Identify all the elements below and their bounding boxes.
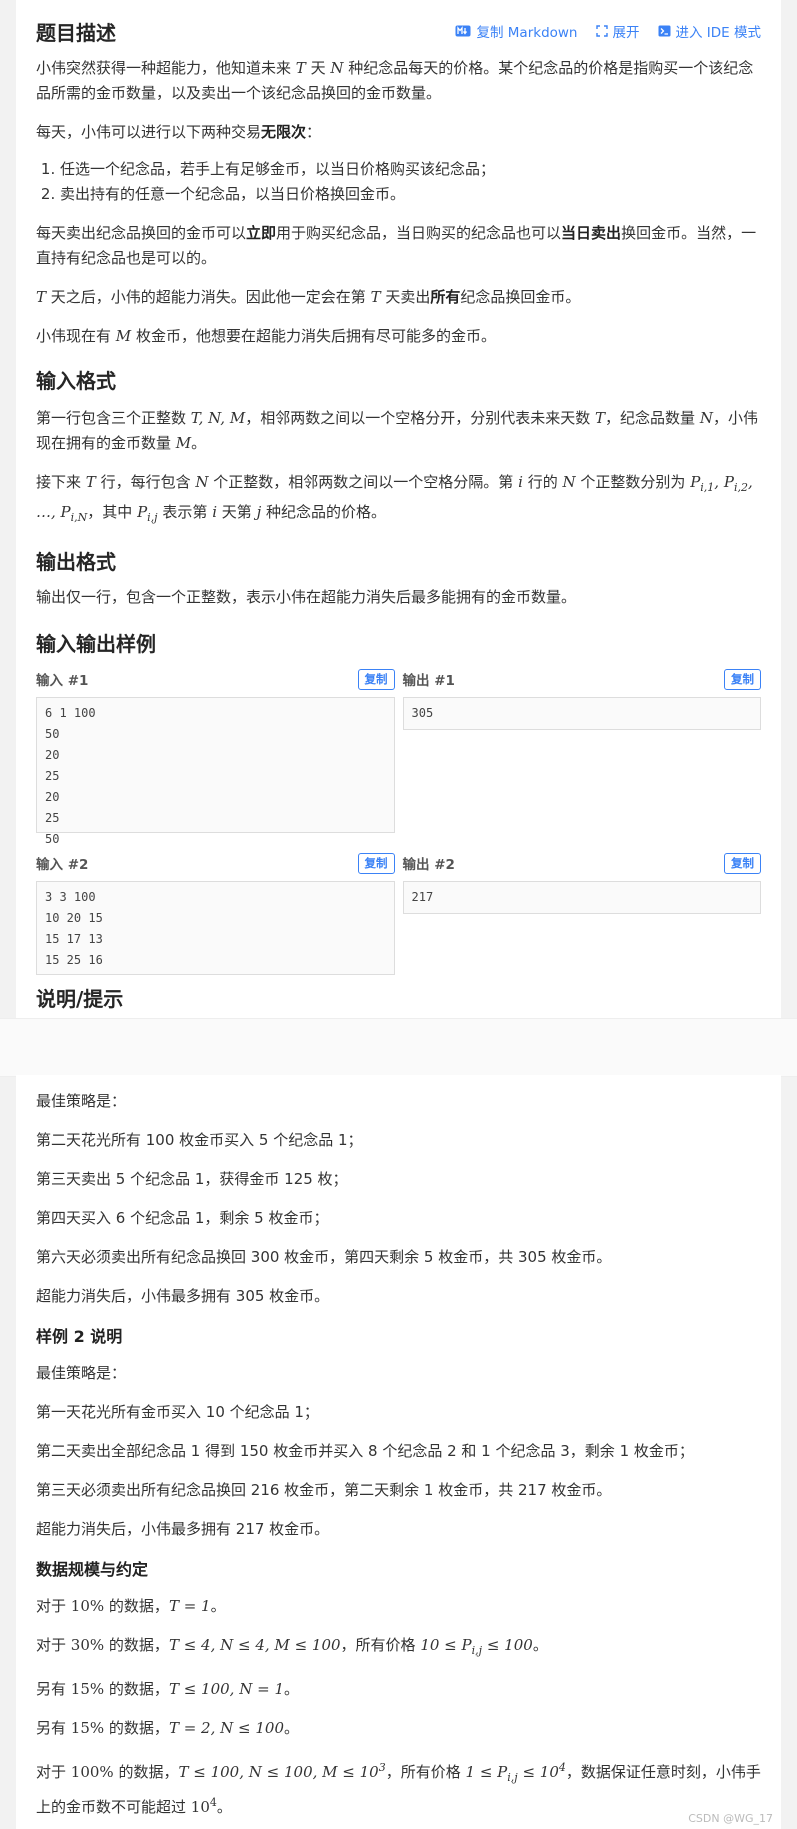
explain-line: 第一天花光所有金币买入 10 个纪念品 1； xyxy=(36,1403,319,1421)
copy-button[interactable]: 复制 xyxy=(724,852,761,874)
sample-input-content: 6 1 100 50 20 25 20 25 50 xyxy=(36,697,395,846)
screenshot-divider xyxy=(0,1018,797,1077)
scale-line: 对于 10% 的数据，T = 1。 xyxy=(36,1597,226,1615)
scale-line: 另有 15% 的数据，T ≤ 100, N = 1。 xyxy=(36,1680,300,1698)
terminal-icon xyxy=(658,25,671,37)
copy-markdown-button[interactable]: 复制 Markdown xyxy=(455,21,578,41)
problem-panel-top: 题目描述 复制 Markdown 展开 进入 IDE 模式 小伟突然获得一种超能… xyxy=(16,0,781,1018)
sample-output-content: 305 xyxy=(402,697,761,730)
list-item: 任选一个纪念品，若手上有足够金币，以当日价格购买该纪念品； xyxy=(60,157,761,182)
copy-button[interactable]: 复制 xyxy=(724,668,761,690)
copy-button[interactable]: 复制 xyxy=(357,668,395,690)
expand-button[interactable]: 展开 xyxy=(595,21,640,41)
watermark-text: CSDN @WG_17 xyxy=(688,1812,773,1825)
explain-line: 第四天买入 6 个纪念品 1，剩余 5 枚金币； xyxy=(36,1209,329,1227)
sample-output-label: 输出 #1 xyxy=(402,673,455,689)
explain-line: 第三天卖出 5 个纪念品 1，获得金币 125 枚； xyxy=(36,1170,348,1188)
explain-line: 超能力消失后，小伟最多拥有 305 枚金币。 xyxy=(36,1287,330,1305)
output-format-text: 输出仅一行，包含一个正整数，表示小伟在超能力消失后最多能拥有的金币数量。 xyxy=(36,588,577,606)
header-row: 题目描述 复制 Markdown 展开 进入 IDE 模式 xyxy=(36,0,761,45)
sample-output-content: 217 xyxy=(402,881,761,914)
input-format-paragraph-2: 接下来 T 行，每行包含 N 个正整数，相邻两数之间以一个空格分隔。第 i 行的… xyxy=(36,473,753,524)
explain-line: 第二天卖出全部纪念品 1 得到 150 枚金币并买入 8 个纪念品 2 和 1 … xyxy=(36,1442,694,1460)
explain-line: 第三天必须卖出所有纪念品换回 216 枚金币，第二天剩余 1 枚金币，共 217… xyxy=(36,1481,612,1499)
explain-line: 超能力消失后，小伟最多拥有 217 枚金币。 xyxy=(36,1520,330,1538)
sample-row-1: 输入 #1 复制 6 1 100 50 20 25 20 25 50 输出 #1 复… xyxy=(36,667,761,846)
sample-input-label: 输入 #2 xyxy=(36,857,89,873)
markdown-icon xyxy=(455,25,471,37)
desc-paragraph-3: 每天卖出纪念品换回的金币可以立即用于购买纪念品，当日购买的纪念品也可以当日卖出换… xyxy=(36,224,757,267)
data-scale-title: 数据规模与约定 xyxy=(36,1560,149,1579)
copy-markdown-label: 复制 Markdown xyxy=(476,25,578,41)
problem-title: 题目描述 xyxy=(36,20,116,45)
sample-input-label: 输入 #1 xyxy=(36,673,89,689)
scale-line-full: 对于 100% 的数据，T ≤ 100, N ≤ 100, M ≤ 103，所有… xyxy=(36,1761,761,1816)
hint-title-partial: 说明/提示 xyxy=(36,987,124,1011)
sample-output-label: 输出 #2 xyxy=(402,857,455,873)
explain-line: 最佳策略是： xyxy=(36,1364,127,1382)
ide-mode-button[interactable]: 进入 IDE 模式 xyxy=(658,21,762,41)
desc-paragraph-5: 小伟现在有 M 枚金币，他想要在超能力消失后拥有尽可能多的金币。 xyxy=(36,327,496,345)
problem-panel-bottom: 最佳策略是： 第二天花光所有 100 枚金币买入 5 个纪念品 1； 第三天卖出… xyxy=(16,1075,781,1829)
scale-line: 对于 30% 的数据，T ≤ 4, N ≤ 4, M ≤ 100，所有价格 10… xyxy=(36,1636,548,1657)
sample-input-2: 输入 #2 复制 3 3 100 10 20 15 15 17 13 15 25 … xyxy=(36,851,395,975)
copy-button[interactable]: 复制 xyxy=(357,852,395,874)
list-item: 卖出持有的任意一个纪念品，以当日价格换回金币。 xyxy=(60,182,761,207)
explain-line: 第二天花光所有 100 枚金币买入 5 个纪念品 1； xyxy=(36,1131,363,1149)
desc-paragraph-4: T 天之后，小伟的超能力消失。因此他一定会在第 T 天卖出所有纪念品换回金币。 xyxy=(36,288,581,306)
scale-line: 另有 15% 的数据，T = 2, N ≤ 100。 xyxy=(36,1719,300,1737)
ide-mode-label: 进入 IDE 模式 xyxy=(675,25,762,41)
desc-paragraph-1: 小伟突然获得一种超能力，他知道未来 T 天 N 种纪念品每天的价格。某个纪念品的… xyxy=(36,59,754,102)
trade-list: 任选一个纪念品，若手上有足够金币，以当日价格购买该纪念品； 卖出持有的任意一个纪… xyxy=(36,157,761,207)
input-format-title: 输入格式 xyxy=(36,369,116,393)
sample-row-2: 输入 #2 复制 3 3 100 10 20 15 15 17 13 15 25 … xyxy=(36,851,761,975)
sample-output-1: 输出 #1 复制 305 xyxy=(402,667,761,833)
desc-paragraph-2: 每天，小伟可以进行以下两种交易无限次： xyxy=(36,123,322,141)
samples-title: 输入输出样例 xyxy=(36,632,156,656)
sample-2-explain-title: 样例 2 说明 xyxy=(36,1327,123,1346)
explain-line: 第六天必须卖出所有纪念品换回 300 枚金币，第四天剩余 5 枚金币，共 305… xyxy=(36,1248,612,1266)
sample-output-2: 输出 #2 复制 217 xyxy=(402,851,761,975)
expand-label: 展开 xyxy=(612,25,640,41)
expand-icon xyxy=(595,25,608,37)
header-actions: 复制 Markdown 展开 进入 IDE 模式 xyxy=(455,21,761,41)
sample-input-1: 输入 #1 复制 6 1 100 50 20 25 20 25 50 xyxy=(36,667,395,846)
sample-input-content: 3 3 100 10 20 15 15 17 13 15 25 16 xyxy=(36,881,395,975)
explain-line: 最佳策略是： xyxy=(36,1092,127,1110)
input-format-paragraph-1: 第一行包含三个正整数 T, N, M，相邻两数之间以一个空格分开，分别代表未来天… xyxy=(36,409,758,452)
output-format-title: 输出格式 xyxy=(36,550,116,574)
